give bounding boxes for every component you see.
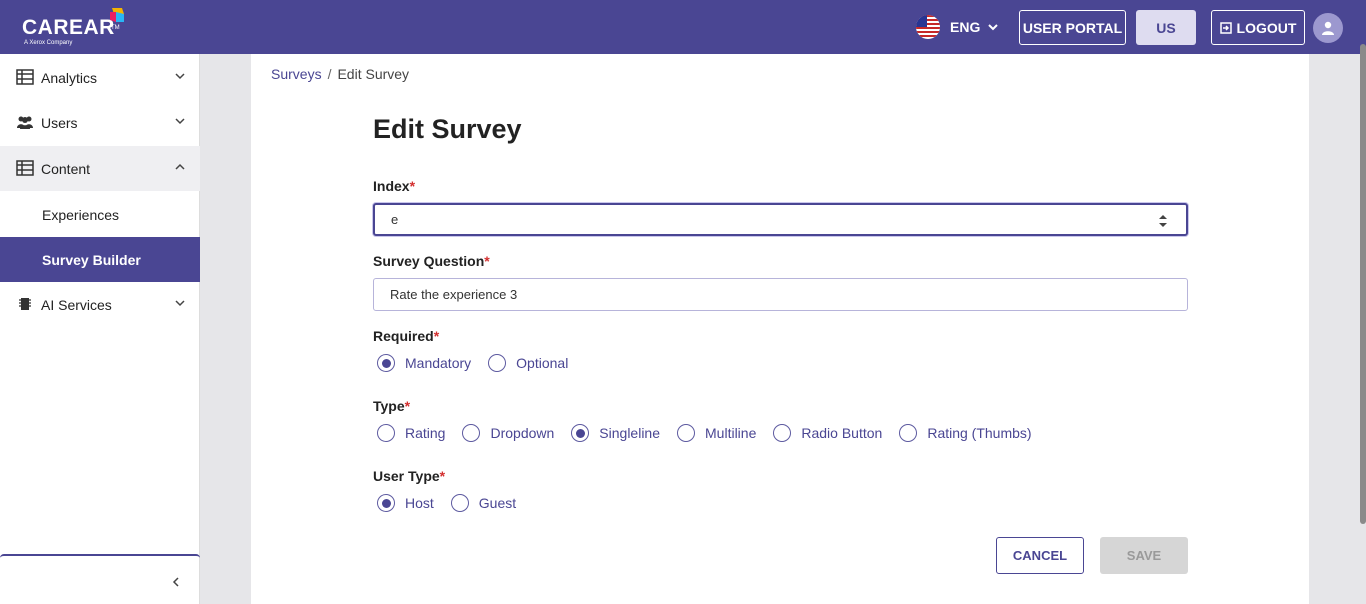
carear-logo[interactable]: CAREAR TM A Xerox Company: [22, 8, 132, 50]
chevron-up-icon: [175, 163, 185, 170]
sidebar-item-analytics[interactable]: Analytics: [0, 55, 200, 100]
required-asterisk: *: [484, 253, 490, 269]
index-label: Index*: [373, 178, 415, 194]
sidebar-item-users[interactable]: Users: [0, 100, 200, 145]
radio-label: Guest: [478, 495, 517, 511]
breadcrumb: Surveys / Edit Survey: [271, 66, 409, 82]
region-button[interactable]: US: [1136, 10, 1196, 45]
scrollbar[interactable]: [1360, 44, 1366, 524]
page-title: Edit Survey: [373, 114, 522, 144]
radio-label: Rating: [405, 425, 446, 441]
radio-label: Host: [405, 495, 434, 511]
us-flag-icon: [916, 15, 940, 39]
index-value: e: [391, 212, 399, 227]
radio-guest[interactable]: [450, 494, 469, 512]
survey-question-label-text: Survey Question: [373, 253, 485, 269]
logo-cube-icon: [110, 8, 124, 22]
sidebar-item-ai-services[interactable]: AI Services: [0, 282, 200, 327]
logo-subtitle: A Xerox Company: [24, 40, 73, 46]
type-label: Type*: [373, 398, 410, 414]
logo-text: CAREAR: [22, 16, 115, 39]
sidebar-item-label: Analytics: [41, 69, 98, 86]
index-label-text: Index: [373, 178, 410, 194]
main-panel: Surveys / Edit Survey Edit Survey Index* e…: [251, 54, 1309, 604]
type-radio-group: Rating Dropdown Singleline Multiline Rad…: [377, 423, 1049, 443]
user-portal-button[interactable]: USER PORTAL: [1019, 10, 1126, 45]
radio-label: Optional: [516, 355, 569, 371]
radio-rating[interactable]: [377, 424, 395, 442]
breadcrumb-surveys-link[interactable]: Surveys: [271, 66, 322, 82]
sidebar-item-survey-builder[interactable]: Survey Builder: [0, 237, 200, 282]
required-asterisk: *: [409, 178, 416, 194]
required-radio-group: Mandatory Optional: [377, 353, 585, 373]
avatar[interactable]: [1313, 13, 1343, 43]
radio-label: Radio Button: [801, 425, 883, 441]
survey-question-input[interactable]: Rate the experience 3: [373, 278, 1188, 311]
logout-button[interactable]: LOGOUT: [1211, 10, 1305, 45]
radio-label: Mandatory: [405, 355, 472, 371]
sidebar-item-label: Survey Builder: [42, 251, 141, 268]
radio-radio-button[interactable]: [773, 424, 792, 442]
radio-label: Dropdown: [490, 425, 555, 441]
radio-rating-thumbs[interactable]: [899, 424, 918, 442]
radio-mandatory[interactable]: [377, 354, 395, 372]
breadcrumb-current: Edit Survey: [337, 66, 410, 82]
required-label: Required*: [373, 328, 439, 344]
sidebar-item-experiences[interactable]: Experiences: [0, 192, 200, 237]
required-asterisk: *: [439, 468, 446, 484]
sidebar-footer: [0, 554, 200, 604]
logo-trademark: TM: [111, 25, 120, 31]
radio-singleline[interactable]: [571, 424, 590, 442]
type-label-text: Type: [373, 398, 405, 414]
survey-question-label: Survey Question*: [373, 253, 490, 269]
chevron-down-icon: [175, 118, 185, 125]
table-icon: [16, 69, 34, 85]
required-label-text: Required: [373, 328, 434, 344]
user-avatar-icon: [1322, 21, 1334, 35]
index-input[interactable]: e: [373, 203, 1188, 236]
chip-icon: [19, 298, 31, 310]
sidebar-item-label: AI Services: [41, 296, 112, 313]
user-type-label: User Type*: [373, 468, 445, 484]
radio-label: Rating (Thumbs): [927, 425, 1032, 441]
required-asterisk: *: [404, 398, 411, 414]
survey-question-value: Rate the experience 3: [390, 287, 518, 302]
radio-optional[interactable]: [488, 354, 507, 372]
sidebar-item-label: Experiences: [42, 206, 120, 223]
radio-multiline[interactable]: [677, 424, 696, 442]
sidebar: Analytics Users Content Experiences Surv…: [0, 54, 200, 604]
logout-icon: [1219, 21, 1232, 34]
chevron-down-icon: [175, 73, 185, 80]
language-label: ENG: [950, 19, 981, 35]
collapse-sidebar-icon[interactable]: [170, 576, 182, 588]
radio-label: Multiline: [705, 425, 757, 441]
sidebar-item-label: Content: [41, 160, 91, 177]
cancel-button[interactable]: CANCEL: [996, 537, 1084, 574]
chevron-down-icon: [175, 300, 185, 307]
language-selector[interactable]: ENG: [916, 14, 999, 40]
table-icon: [16, 160, 34, 176]
chevron-down-icon: [988, 24, 999, 31]
user-type-radio-group: Host Guest: [377, 493, 533, 513]
users-icon: [17, 116, 33, 129]
save-button[interactable]: SAVE: [1100, 537, 1188, 574]
number-spinner-icon[interactable]: [1158, 213, 1168, 229]
sidebar-item-content[interactable]: Content: [0, 146, 200, 191]
top-bar: CAREAR TM A Xerox Company ENG USER PORTA…: [0, 0, 1366, 54]
radio-label: Singleline: [599, 425, 661, 441]
logout-label: LOGOUT: [1236, 19, 1297, 36]
breadcrumb-separator: /: [327, 66, 332, 82]
radio-dropdown[interactable]: [462, 424, 481, 442]
sidebar-item-label: Users: [41, 114, 78, 131]
required-asterisk: *: [433, 328, 440, 344]
radio-host[interactable]: [377, 494, 395, 512]
user-type-label-text: User Type: [373, 468, 440, 484]
